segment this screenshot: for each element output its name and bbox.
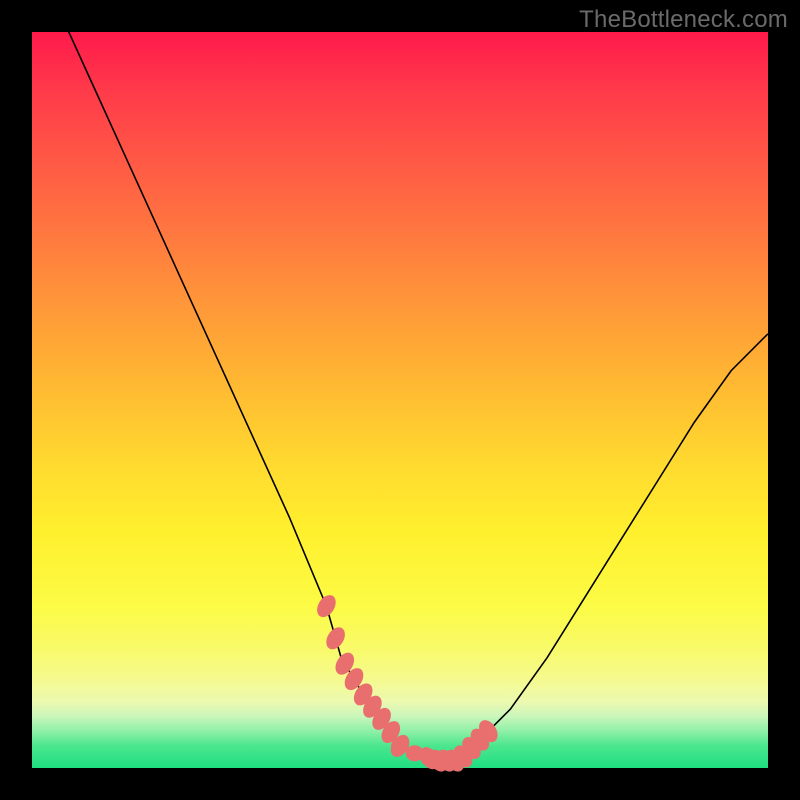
bead [322, 624, 348, 653]
bead [313, 592, 339, 621]
bead [435, 753, 453, 769]
chart-frame: TheBottleneck.com [0, 0, 800, 800]
bottleneck-curve [32, 0, 768, 761]
bead-cluster [313, 592, 501, 775]
watermark-text: TheBottleneck.com [579, 6, 788, 34]
plot-area [32, 32, 768, 768]
chart-svg [32, 32, 768, 768]
